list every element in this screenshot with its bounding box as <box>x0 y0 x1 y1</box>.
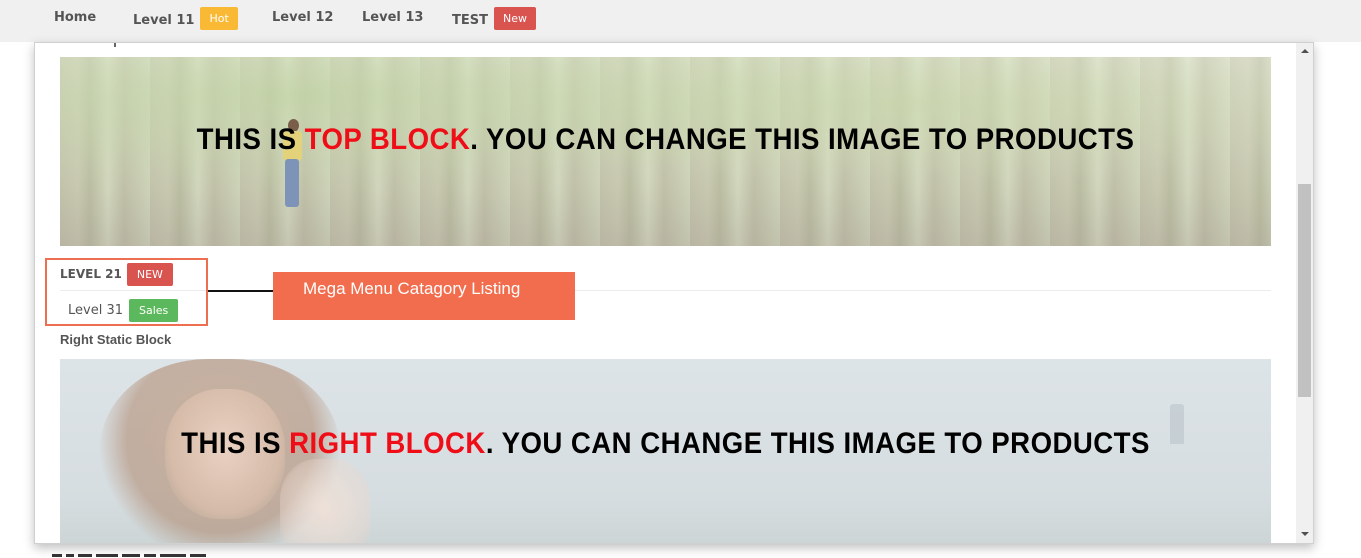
clipped-text-below-popup <box>52 551 292 558</box>
top-navigation-bar: Home Level 11 Hot Level 12 Level 13 TEST N… <box>0 0 1361 42</box>
nav-item-home[interactable]: Home <box>54 9 96 31</box>
nav-item-label: Level 11 <box>133 13 195 28</box>
clipped-glyph <box>66 554 74 558</box>
nav-item-level-11[interactable]: Level 11 Hot <box>133 7 238 31</box>
vertical-scrollbar[interactable] <box>1296 43 1313 543</box>
nav-item-label: Level 12 <box>272 10 334 25</box>
scrollbar-thumb[interactable] <box>1298 184 1311 397</box>
clipped-glyph <box>52 554 62 558</box>
top-block-caption: THIS IS TOP BLOCK. YOU CAN CHANGE THIS I… <box>108 123 1222 157</box>
clipped-glyph <box>96 554 118 558</box>
clipped-glyph <box>122 554 140 558</box>
caption-highlight: RIGHT BLOCK <box>289 427 486 460</box>
category-level-31[interactable]: Level 31 Sales <box>68 299 179 323</box>
scroll-down-arrow-icon[interactable] <box>1296 526 1313 543</box>
nav-item-label: TEST <box>452 13 488 28</box>
right-block-banner[interactable]: THIS IS RIGHT BLOCK. YOU CAN CHANGE THIS… <box>60 359 1271 543</box>
category-level-21[interactable]: LEVEL 21 NEW <box>60 262 173 286</box>
nav-item-label: Home <box>54 10 97 25</box>
clipped-text-fragment <box>114 43 116 47</box>
nav-item-label: Level 13 <box>362 10 424 25</box>
scroll-up-arrow-icon[interactable] <box>1296 43 1313 60</box>
caption-prefix: THIS IS <box>196 123 305 156</box>
top-block-banner[interactable]: THIS IS TOP BLOCK. YOU CAN CHANGE THIS I… <box>60 57 1271 246</box>
annotation-connector-line <box>208 290 273 292</box>
clipped-glyph <box>144 554 156 558</box>
right-block-caption: THIS IS RIGHT BLOCK. YOU CAN CHANGE THIS… <box>108 427 1222 461</box>
nav-item-test[interactable]: TEST New <box>452 7 536 31</box>
woman-portrait-hand <box>280 459 370 543</box>
category-label: Level 31 <box>68 303 123 318</box>
new-badge: NEW <box>126 263 173 286</box>
clipped-glyph <box>190 554 206 558</box>
caption-prefix: THIS IS <box>181 427 290 460</box>
annotation-callout: Mega Menu Catagory Listing <box>273 272 575 320</box>
category-label: LEVEL 21 <box>60 267 122 281</box>
new-badge: New <box>493 7 536 30</box>
person-legs <box>285 159 299 207</box>
hot-badge: Hot <box>200 7 238 30</box>
right-block-title: Right Static Block <box>60 332 172 347</box>
clipped-glyph <box>78 554 92 558</box>
nav-item-level-12[interactable]: Level 12 <box>272 9 333 31</box>
caption-suffix: . YOU CAN CHANGE THIS IMAGE TO PRODUCTS <box>485 427 1150 460</box>
clipped-glyph <box>160 554 186 558</box>
nav-item-level-13[interactable]: Level 13 <box>362 9 423 31</box>
sales-badge: Sales <box>129 299 179 322</box>
caption-highlight: TOP BLOCK <box>304 123 471 156</box>
caption-suffix: . YOU CAN CHANGE THIS IMAGE TO PRODUCTS <box>470 123 1135 156</box>
mega-menu-dropdown: THIS IS TOP BLOCK. YOU CAN CHANGE THIS I… <box>34 42 1314 544</box>
